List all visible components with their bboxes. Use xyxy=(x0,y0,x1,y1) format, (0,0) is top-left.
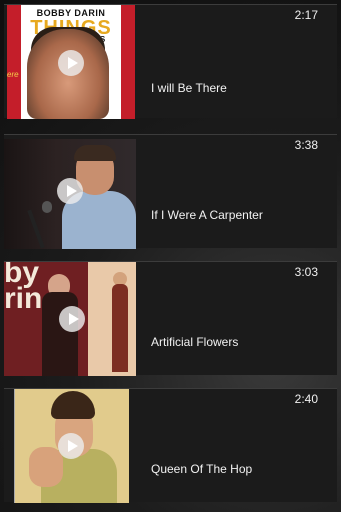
album-stripe-left xyxy=(7,5,21,119)
portrait-body xyxy=(42,292,78,376)
video-list-screen: { "videos": [ {"title": "I will Be There… xyxy=(0,0,341,512)
album-side-text: ere xyxy=(7,70,19,79)
microphone-head xyxy=(42,201,52,213)
video-duration: 2:17 xyxy=(294,8,318,22)
video-title: Queen Of The Hop xyxy=(151,462,253,476)
microphone-stand xyxy=(27,209,45,249)
video-duration: 3:03 xyxy=(294,265,318,279)
album-big-text: by rin xyxy=(4,262,43,315)
video-duration: 3:38 xyxy=(294,138,318,152)
video-list-item[interactable]: BOBBY DARIN THINGS & OTHER THINGS ere I … xyxy=(4,4,337,119)
play-icon[interactable] xyxy=(59,306,85,332)
video-duration: 2:40 xyxy=(294,392,318,406)
video-list-item[interactable]: If I Were A Carpenter 3:38 xyxy=(4,134,337,249)
album-stripe-right xyxy=(121,5,135,119)
video-list-item[interactable]: by rin Artificial Flowers 3:03 xyxy=(4,261,337,376)
play-icon[interactable] xyxy=(58,50,84,76)
video-list-item[interactable]: Queen Of The Hop 2:40 xyxy=(4,388,337,503)
portrait-hair xyxy=(51,391,95,419)
play-icon[interactable] xyxy=(57,178,83,204)
play-icon[interactable] xyxy=(58,433,84,459)
video-title: If I Were A Carpenter xyxy=(151,208,263,222)
video-title: I will Be There xyxy=(151,81,227,95)
video-title: Artificial Flowers xyxy=(151,335,239,349)
portrait-hands xyxy=(29,447,63,487)
figure-body xyxy=(112,284,128,372)
singer-hair xyxy=(74,145,116,161)
